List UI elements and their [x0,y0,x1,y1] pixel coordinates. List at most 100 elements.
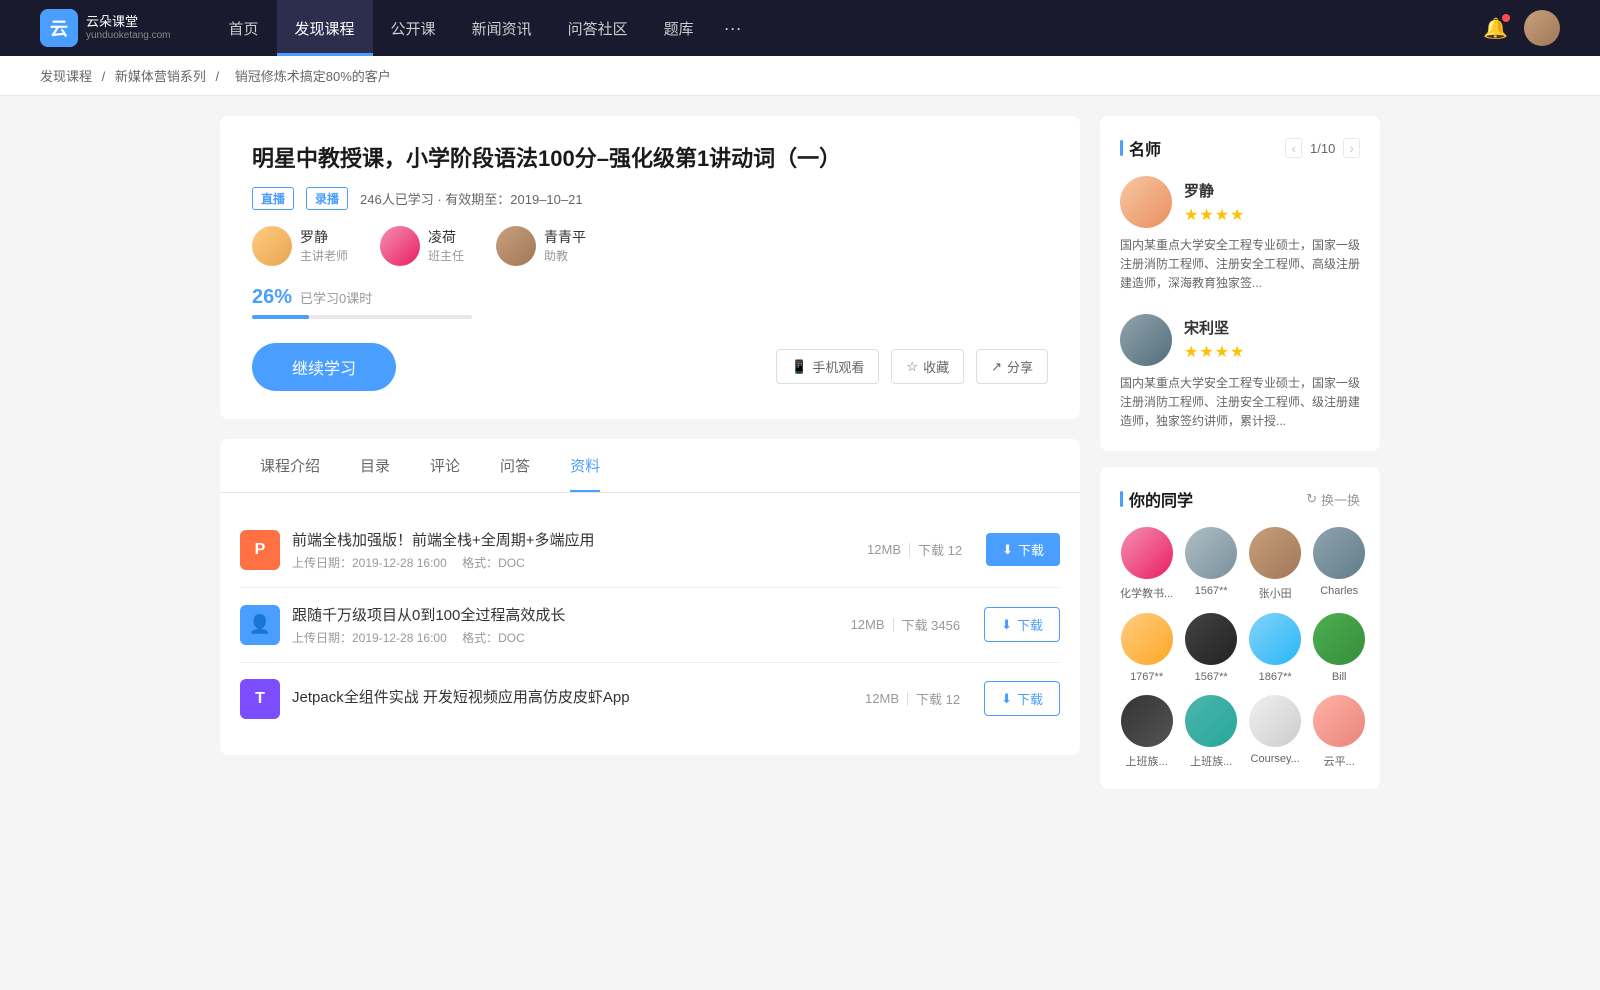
classmate-3[interactable]: 张小田 [1249,527,1301,601]
download-button-3[interactable]: ⬇ 下载 [984,681,1060,716]
refresh-classmates-button[interactable]: ↻ 换一换 [1306,490,1360,509]
classmate-9[interactable]: 上班族... [1120,695,1173,769]
progress-bar-background [252,315,472,319]
teacher-3: 青青平 助教 [496,226,586,266]
action-buttons: 📱 手机观看 ☆ 收藏 ↗ 分享 [776,349,1048,384]
classmate-10-avatar-img [1185,695,1237,747]
nav-item-qa[interactable]: 问答社区 [550,0,646,56]
breadcrumb-sep-1: / [102,69,109,84]
classmate-2-name: 1567** [1195,585,1228,597]
classmate-2-avatar [1185,527,1237,579]
teacher-1-name: 罗静 [300,227,348,247]
teacher-card-1-info: 罗静 ★★★★ [1184,180,1245,225]
classmate-8-avatar [1313,613,1365,665]
classmate-4[interactable]: Charles [1313,527,1365,601]
collect-label: 收藏 [923,357,949,376]
continue-learning-button[interactable]: 继续学习 [252,343,396,391]
teacher-1: 罗静 主讲老师 [252,226,348,266]
breadcrumb-link-discover[interactable]: 发现课程 [40,69,92,84]
classmate-10-avatar [1185,695,1237,747]
teachers-panel: 名师 ‹ 1/10 › 罗静 ★★★★ 国内某 [1100,116,1380,451]
classmate-12[interactable]: 云平... [1313,695,1365,769]
nav-more[interactable]: ··· [712,18,754,39]
tab-reviews[interactable]: 评论 [410,439,480,492]
badge-live: 直播 [252,187,294,210]
classmate-6-avatar-img [1185,613,1237,665]
notification-bell[interactable]: 🔔 [1483,16,1508,41]
classmate-5[interactable]: 1767** [1120,613,1173,683]
separator-2 [893,618,894,632]
classmate-11[interactable]: Coursey... [1249,695,1301,769]
teacher-card-2-avatar-img [1120,314,1172,366]
avatar-image [1524,10,1560,46]
breadcrumb-link-series[interactable]: 新媒体营销系列 [115,69,206,84]
teacher-card-2-top: 宋利坚 ★★★★ [1120,314,1360,366]
download-label-2: 下载 [1017,615,1043,634]
breadcrumb-sep-2: / [216,69,223,84]
classmate-10[interactable]: 上班族... [1185,695,1237,769]
file-size-3: 12MB [865,691,899,706]
teacher-1-avatar [252,226,292,266]
classmates-panel: 你的同学 ↻ 换一换 化学教书... 1567** [1100,467,1380,789]
classmate-1[interactable]: 化学教书... [1120,527,1173,601]
logo[interactable]: 云 云朵课堂 yunduoketang.com [40,9,171,47]
download-button-2[interactable]: ⬇ 下载 [984,607,1060,642]
progress-text: 已学习0课时 [300,288,372,307]
classmate-3-avatar-img [1249,527,1301,579]
nav-item-open[interactable]: 公开课 [373,0,454,56]
classmate-2[interactable]: 1567** [1185,527,1237,601]
teacher-card-2-avatar [1120,314,1172,366]
teacher-3-name: 青青平 [544,227,586,247]
teacher-card-1: 罗静 ★★★★ 国内某重点大学安全工程专业硕士，国家一级注册消防工程师、注册安全… [1120,176,1360,294]
nav-item-questions[interactable]: 题库 [646,0,712,56]
tabs-header: 课程介绍 目录 评论 问答 资料 [220,439,1080,493]
file-name-3: Jetpack全组件实战 开发短视频应用高仿皮皮虾App [292,686,841,707]
teacher-3-info: 青青平 助教 [544,227,586,264]
file-meta-1: 上传日期：2019-12-28 16:00 格式：DOC [292,554,843,571]
teachers-prev-button[interactable]: ‹ [1285,138,1302,158]
classmate-7-name: 1867** [1259,671,1292,683]
classmates-panel-title: 你的同学 [1120,487,1193,511]
classmate-8[interactable]: Bill [1313,613,1365,683]
logo-icon: 云 [40,9,78,47]
teacher-card-1-stars: ★★★★ [1184,205,1245,225]
download-label-1: 下载 [1018,540,1044,559]
user-avatar[interactable] [1524,10,1560,46]
file-item-3: T Jetpack全组件实战 开发短视频应用高仿皮皮虾App 12MB 下载 1… [240,663,1060,735]
teachers-page: 1/10 [1310,141,1335,156]
breadcrumb: 发现课程 / 新媒体营销系列 / 销冠修炼术搞定80%的客户 [0,56,1600,96]
collect-button[interactable]: ☆ 收藏 [891,349,964,384]
classmate-7[interactable]: 1867** [1249,613,1301,683]
classmate-4-avatar-img [1313,527,1365,579]
nav-item-home[interactable]: 首页 [211,0,277,56]
file-item-1: P 前端全栈加强版！前端全栈+全周期+多端应用 上传日期：2019-12-28 … [240,513,1060,588]
download-label-3: 下载 [1017,689,1043,708]
classmate-9-avatar-img [1121,695,1173,747]
classmate-5-avatar-img [1121,613,1173,665]
mobile-watch-button[interactable]: 📱 手机观看 [776,349,879,384]
file-info-1: 前端全栈加强版！前端全栈+全周期+多端应用 上传日期：2019-12-28 16… [292,529,843,571]
classmate-6[interactable]: 1567** [1185,613,1237,683]
teachers-next-button[interactable]: › [1343,138,1360,158]
tab-catalog[interactable]: 目录 [340,439,410,492]
file-icon-3: T [240,679,280,719]
download-button-1[interactable]: ⬇ 下载 [986,533,1060,566]
teacher-3-role: 助教 [544,247,586,264]
course-meta: 直播 录播 246人已学习 · 有效期至：2019–10–21 [252,187,1048,210]
download-icon-1: ⬇ [1002,542,1013,558]
course-card: 明星中教授课，小学阶段语法100分–强化级第1讲动词（一） 直播 录播 246人… [220,116,1080,419]
nav-item-news[interactable]: 新闻资讯 [454,0,550,56]
classmate-11-avatar-img [1249,695,1301,747]
teacher-2-role: 班主任 [428,247,464,264]
tab-qa[interactable]: 问答 [480,439,550,492]
star-icon: ☆ [906,359,918,375]
file-downloads-1: 下载 12 [918,540,962,559]
nav-item-discover[interactable]: 发现课程 [277,0,373,56]
logo-text: 云朵课堂 yunduoketang.com [86,14,171,42]
teachers-panel-nav: ‹ 1/10 › [1285,138,1360,158]
classmate-12-name: 云平... [1324,753,1355,769]
share-button[interactable]: ↗ 分享 [976,349,1048,384]
tab-materials[interactable]: 资料 [550,439,620,492]
tab-intro[interactable]: 课程介绍 [240,439,340,492]
classmate-5-avatar [1121,613,1173,665]
